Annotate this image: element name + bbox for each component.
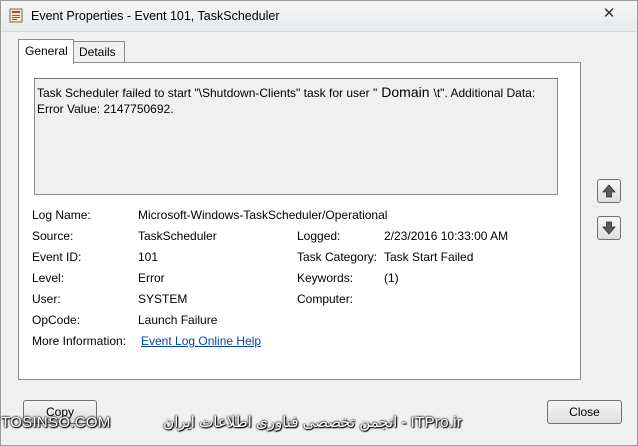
level-label: Level: xyxy=(32,271,65,285)
logged-label: Logged: xyxy=(297,229,341,243)
event-properties-window: Event Properties - Event 101, TaskSchedu… xyxy=(0,0,638,446)
arrow-down-icon xyxy=(602,221,616,235)
event-id-value: 101 xyxy=(138,250,159,264)
watermark-right-text: انجمن تخصصی فناوری اطلاعات ایران - ITPro… xyxy=(163,414,463,431)
event-viewer-icon xyxy=(9,8,23,23)
keywords-label: Keywords: xyxy=(297,271,354,285)
close-button[interactable]: Close xyxy=(547,400,622,424)
window-title: Event Properties - Event 101, TaskSchedu… xyxy=(31,9,280,23)
general-panel: Task Scheduler failed to start "\Shutdow… xyxy=(18,62,581,380)
watermark: TOSINSO.COM انجمن تخصصی فناوری اطلاعات ا… xyxy=(1,413,462,431)
log-name-value: Microsoft-Windows-TaskScheduler/Operatio… xyxy=(138,208,388,222)
opcode-value: Launch Failure xyxy=(138,313,218,327)
description-text-end: \t". Additional Data: xyxy=(433,86,536,100)
watermark-left-text: TOSINSO.COM xyxy=(1,414,111,431)
source-value: TaskScheduler xyxy=(138,229,217,243)
title-bar[interactable]: Event Properties - Event 101, TaskSchedu… xyxy=(1,1,637,32)
arrow-up-icon xyxy=(602,184,616,198)
log-name-label: Log Name: xyxy=(32,208,91,222)
task-category-label: Task Category: xyxy=(297,250,378,264)
event-description[interactable]: Task Scheduler failed to start "\Shutdow… xyxy=(34,78,558,195)
close-window-button[interactable]: ✕ xyxy=(589,4,629,24)
level-value: Error xyxy=(138,271,165,285)
task-category-value: Task Start Failed xyxy=(384,250,474,264)
description-line-2: Error Value: 2147750692. xyxy=(37,102,174,116)
description-line-1: Task Scheduler failed to start "\Shutdow… xyxy=(37,84,555,101)
previous-event-button[interactable] xyxy=(597,179,621,203)
opcode-label: OpCode: xyxy=(32,313,81,327)
event-log-online-help-link[interactable]: Event Log Online Help xyxy=(141,334,261,348)
event-id-label: Event ID: xyxy=(32,250,82,264)
keywords-value: (1) xyxy=(384,271,399,285)
description-domain: Domain xyxy=(381,84,430,100)
next-event-button[interactable] xyxy=(597,216,621,240)
computer-label: Computer: xyxy=(297,292,354,306)
user-value: SYSTEM xyxy=(138,292,188,306)
source-label: Source: xyxy=(32,229,74,243)
user-label: User: xyxy=(32,292,61,306)
tab-general[interactable]: General xyxy=(18,39,74,64)
more-information-label: More Information: xyxy=(32,334,127,348)
description-text-start: Task Scheduler failed to start "\Shutdow… xyxy=(37,86,378,100)
tab-details[interactable]: Details xyxy=(72,41,125,63)
logged-value: 2/23/2016 10:33:00 AM xyxy=(384,229,509,243)
